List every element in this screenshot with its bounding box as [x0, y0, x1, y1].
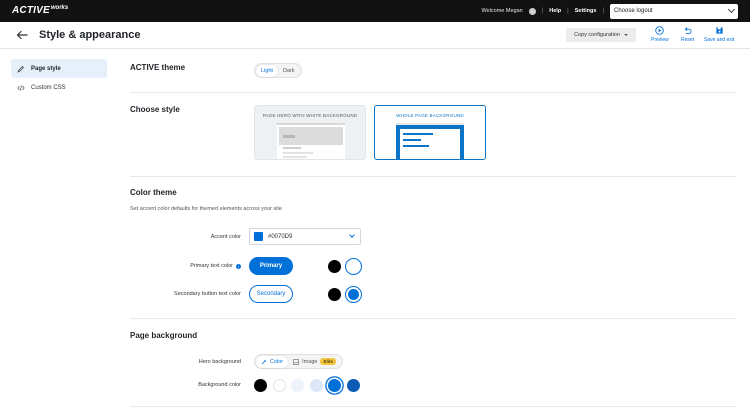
choose-style-title: Choose style	[130, 105, 180, 114]
logout-select[interactable]: Choose logout	[610, 3, 738, 19]
save-and-exit-button[interactable]: Save and exit	[704, 26, 734, 43]
caret-down-icon	[623, 34, 628, 36]
primary-preview-button[interactable]: Primary	[249, 257, 293, 275]
activeworks-logo[interactable]: ACTIVE works	[12, 5, 68, 16]
settings-link[interactable]: Settings	[575, 8, 597, 14]
eyedropper-icon	[261, 359, 267, 364]
primary-text-color-label: Primary text color i	[128, 263, 241, 269]
chevron-down-icon	[727, 5, 736, 14]
style-card-page-hero[interactable]: PAGE HERO WITH WHITE BACKGROUND	[254, 105, 366, 160]
background-swatch-1[interactable]	[254, 378, 267, 392]
image-icon	[293, 358, 299, 365]
sidebar-item-custom-css[interactable]: Custom CSS	[11, 78, 107, 97]
page-background-title: Page background	[130, 331, 198, 340]
divider	[130, 176, 736, 177]
globe-icon[interactable]	[528, 7, 536, 15]
sidebar: Page style Custom CSS	[0, 49, 115, 415]
theme-option-light[interactable]: Light	[256, 64, 278, 77]
back-arrow-icon[interactable]	[16, 30, 28, 40]
background-swatch-5[interactable]	[328, 378, 341, 392]
welcome-text: Welcome Megan	[481, 8, 523, 14]
page-title: Style & appearance	[39, 29, 141, 41]
brush-icon	[17, 65, 24, 73]
color-theme-subtitle: Set accent color defaults for themed ele…	[130, 206, 282, 212]
hero-option-color[interactable]: Color	[256, 355, 289, 368]
sidebar-item-page-style[interactable]: Page style	[11, 59, 107, 78]
separator: |	[541, 8, 544, 14]
play-circle-icon	[655, 26, 665, 35]
divider	[130, 406, 736, 407]
separator: |	[567, 8, 569, 14]
secondary-text-black-swatch[interactable]	[328, 288, 341, 301]
color-theme-title: Color theme	[130, 188, 177, 197]
hero-option-image[interactable]: Image Elite	[288, 356, 341, 368]
copy-configuration-button[interactable]: Copy configuration	[566, 28, 636, 42]
divider	[130, 318, 736, 319]
primary-text-black-swatch[interactable]	[328, 260, 341, 273]
secondary-preview-button[interactable]: Secondary	[249, 285, 293, 303]
active-theme-title: ACTIVE theme	[130, 63, 186, 72]
secondary-button-text-color-label: Secondary button text color	[174, 291, 241, 297]
preview-button[interactable]: Preview	[651, 26, 669, 43]
secondary-text-blue-swatch[interactable]	[345, 286, 362, 303]
elite-badge: Elite	[320, 358, 336, 365]
top-bar: ACTIVE works Welcome Megan | Help | Sett…	[0, 0, 750, 22]
separator: |	[602, 8, 604, 14]
whole-page-preview	[396, 123, 464, 159]
help-link[interactable]: Help	[549, 8, 561, 14]
chevron-down-icon	[349, 232, 355, 238]
info-icon[interactable]: i	[236, 263, 241, 269]
background-swatch-3[interactable]	[291, 378, 304, 392]
hero-background-toggle: Color Image Elite	[254, 354, 343, 369]
hero-background-label: Hero background	[198, 359, 241, 365]
background-swatch-4[interactable]	[309, 378, 323, 392]
page-hero-preview	[277, 123, 345, 159]
undo-icon	[684, 27, 692, 35]
accent-color-label: Accent color	[210, 234, 241, 240]
style-card-whole-page[interactable]: WHOLE PAGE BACKGROUND	[374, 105, 486, 160]
divider	[130, 92, 736, 93]
save-icon	[716, 27, 723, 34]
reset-button[interactable]: Reset	[681, 26, 694, 43]
accent-swatch	[254, 232, 263, 241]
theme-toggle: Light Dark	[254, 63, 302, 78]
background-swatch-6[interactable]	[346, 378, 360, 392]
primary-text-white-swatch[interactable]	[345, 258, 362, 275]
background-swatch-2[interactable]	[272, 378, 286, 392]
accent-color-select[interactable]: #0070D9	[249, 228, 361, 245]
code-icon	[17, 84, 25, 91]
background-color-label: Background color	[198, 382, 241, 388]
page-header: Style & appearance Copy configuration Pr…	[0, 22, 750, 49]
theme-option-dark[interactable]: Dark	[278, 65, 300, 77]
